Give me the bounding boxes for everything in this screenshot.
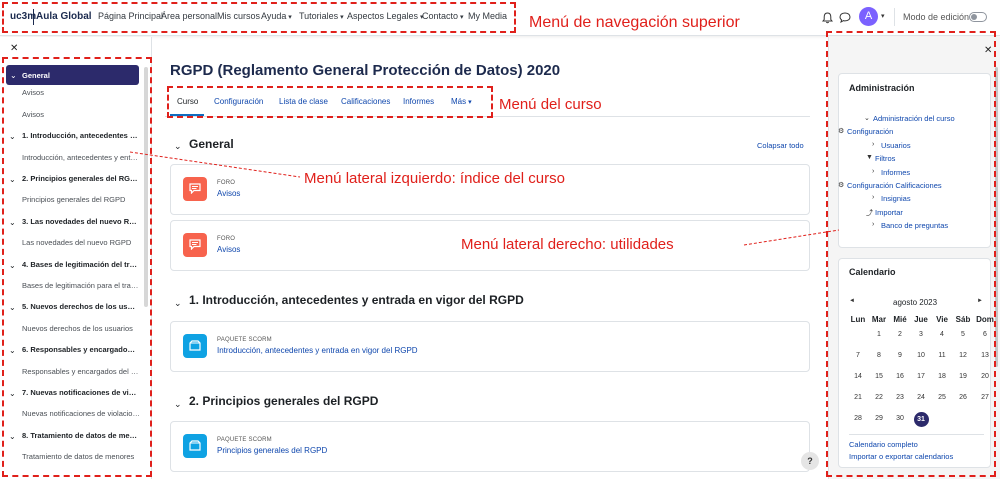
callout-right-drawer (826, 31, 996, 477)
annotation-right-leader-line (743, 229, 840, 246)
edit-mode-toggle[interactable] (969, 12, 987, 22)
section-chevron-icon[interactable]: ⌄ (9, 132, 16, 141)
callout-course-menu (167, 86, 493, 118)
section-title-general[interactable]: General (189, 137, 234, 151)
callout-left-drawer (2, 57, 152, 477)
help-button[interactable]: ? (801, 452, 819, 470)
section-chevron-icon[interactable]: ⌄ (10, 71, 17, 80)
section-chevron-icon[interactable]: ⌄ (9, 303, 16, 312)
callout-top-navigation (2, 2, 516, 33)
bell-icon[interactable] (822, 12, 833, 24)
activity-scorm-principios[interactable]: PAQUETE SCORM Principios generales del R… (170, 421, 810, 472)
activity-name[interactable]: Avisos (217, 245, 240, 254)
section-title-2[interactable]: 2. Principios generales del RGPD (189, 394, 378, 408)
section-chevron-icon[interactable]: ⌄ (9, 261, 16, 270)
section-chevron-icon[interactable]: ⌄ (9, 432, 16, 441)
section-title-1[interactable]: 1. Introducción, antecedentes y entrada … (189, 293, 524, 307)
activity-type: PAQUETE SCORM (217, 337, 272, 343)
user-avatar[interactable]: A (859, 7, 878, 26)
navbar-divider (894, 8, 895, 26)
edit-mode-label: Modo de edición (903, 12, 970, 22)
chat-icon[interactable] (839, 12, 851, 23)
annotation-right-drawer: Menú lateral derecho: utilidades (461, 236, 674, 253)
close-course-index-icon[interactable]: ✕ (10, 43, 18, 54)
activity-type: PAQUETE SCORM (217, 437, 272, 443)
section-collapse-chevron-icon[interactable]: ⌄ (174, 399, 182, 410)
activity-scorm-intro[interactable]: PAQUETE SCORM Introducción, antecedentes… (170, 321, 810, 372)
section-chevron-icon[interactable]: ⌄ (9, 175, 16, 184)
annotation-top-navigation: Menú de navegación superior (529, 14, 740, 31)
section-chevron-icon[interactable]: ⌄ (9, 346, 16, 355)
section-chevron-icon[interactable]: ⌄ (9, 218, 16, 227)
forum-icon (183, 177, 207, 201)
annotation-course-menu: Menú del curso (499, 96, 602, 113)
scorm-package-icon (183, 334, 207, 358)
activity-name[interactable]: Principios generales del RGPD (217, 446, 327, 455)
collapse-all-link[interactable]: Colapsar todo (757, 141, 804, 150)
annotation-left-drawer: Menú lateral izquierdo: índice del curso (304, 170, 565, 187)
forum-icon (183, 233, 207, 257)
section-chevron-icon[interactable]: ⌄ (9, 389, 16, 398)
activity-type: FORO (217, 180, 236, 186)
page-title: RGPD (Reglamento General Protección de D… (170, 62, 561, 79)
activity-type: FORO (217, 236, 236, 242)
annotation-left-leader-line (129, 151, 301, 178)
activity-name[interactable]: Avisos (217, 189, 240, 198)
user-menu-chevron-icon[interactable]: ▾ (881, 12, 885, 20)
section-collapse-chevron-icon[interactable]: ⌄ (174, 298, 182, 309)
activity-name[interactable]: Introducción, antecedentes y entrada en … (217, 346, 418, 355)
scorm-package-icon (183, 434, 207, 458)
